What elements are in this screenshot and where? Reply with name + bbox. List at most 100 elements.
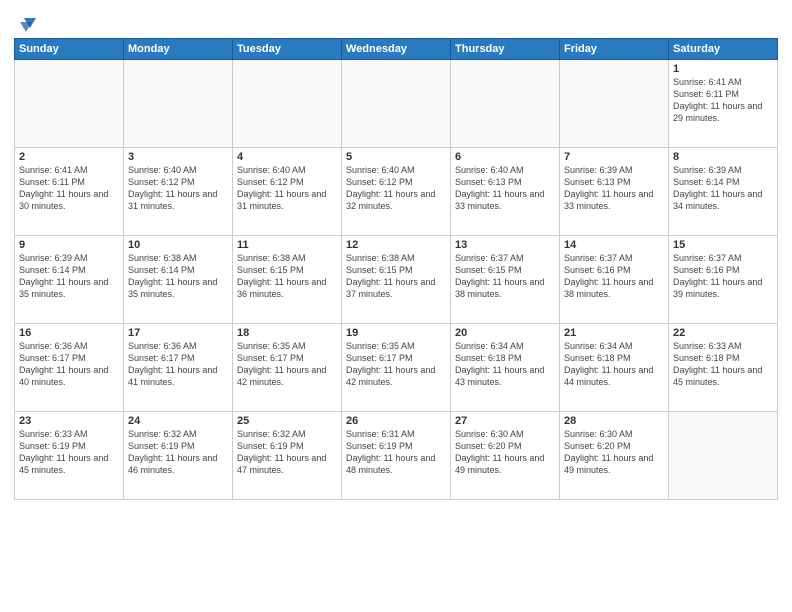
calendar-week-row: 9Sunrise: 6:39 AM Sunset: 6:14 PM Daylig… xyxy=(15,236,778,324)
calendar-day-cell: 27Sunrise: 6:30 AM Sunset: 6:20 PM Dayli… xyxy=(451,412,560,500)
calendar-day-cell xyxy=(233,60,342,148)
calendar-day-cell: 17Sunrise: 6:36 AM Sunset: 6:17 PM Dayli… xyxy=(124,324,233,412)
calendar-day-cell: 25Sunrise: 6:32 AM Sunset: 6:19 PM Dayli… xyxy=(233,412,342,500)
day-number: 23 xyxy=(19,415,119,427)
day-info: Sunrise: 6:30 AM Sunset: 6:20 PM Dayligh… xyxy=(564,428,664,477)
calendar-table: SundayMondayTuesdayWednesdayThursdayFrid… xyxy=(14,38,778,500)
calendar-week-row: 2Sunrise: 6:41 AM Sunset: 6:11 PM Daylig… xyxy=(15,148,778,236)
weekday-header: Friday xyxy=(560,39,669,60)
day-number: 18 xyxy=(237,327,337,339)
day-number: 9 xyxy=(19,239,119,251)
day-info: Sunrise: 6:39 AM Sunset: 6:14 PM Dayligh… xyxy=(19,252,119,301)
weekday-header: Saturday xyxy=(669,39,778,60)
day-number: 13 xyxy=(455,239,555,251)
calendar-day-cell: 6Sunrise: 6:40 AM Sunset: 6:13 PM Daylig… xyxy=(451,148,560,236)
day-info: Sunrise: 6:41 AM Sunset: 6:11 PM Dayligh… xyxy=(673,76,773,125)
day-number: 1 xyxy=(673,63,773,75)
day-number: 17 xyxy=(128,327,228,339)
day-number: 19 xyxy=(346,327,446,339)
day-info: Sunrise: 6:38 AM Sunset: 6:15 PM Dayligh… xyxy=(237,252,337,301)
day-info: Sunrise: 6:38 AM Sunset: 6:15 PM Dayligh… xyxy=(346,252,446,301)
day-info: Sunrise: 6:37 AM Sunset: 6:16 PM Dayligh… xyxy=(564,252,664,301)
calendar-day-cell: 11Sunrise: 6:38 AM Sunset: 6:15 PM Dayli… xyxy=(233,236,342,324)
calendar-day-cell: 18Sunrise: 6:35 AM Sunset: 6:17 PM Dayli… xyxy=(233,324,342,412)
calendar-day-cell: 12Sunrise: 6:38 AM Sunset: 6:15 PM Dayli… xyxy=(342,236,451,324)
day-number: 7 xyxy=(564,151,664,163)
day-number: 10 xyxy=(128,239,228,251)
day-info: Sunrise: 6:34 AM Sunset: 6:18 PM Dayligh… xyxy=(455,340,555,389)
calendar-day-cell xyxy=(451,60,560,148)
day-number: 26 xyxy=(346,415,446,427)
day-info: Sunrise: 6:33 AM Sunset: 6:19 PM Dayligh… xyxy=(19,428,119,477)
day-info: Sunrise: 6:36 AM Sunset: 6:17 PM Dayligh… xyxy=(19,340,119,389)
day-info: Sunrise: 6:39 AM Sunset: 6:14 PM Dayligh… xyxy=(673,164,773,213)
day-number: 14 xyxy=(564,239,664,251)
day-number: 11 xyxy=(237,239,337,251)
header xyxy=(14,10,778,34)
day-number: 16 xyxy=(19,327,119,339)
calendar-week-row: 1Sunrise: 6:41 AM Sunset: 6:11 PM Daylig… xyxy=(15,60,778,148)
day-number: 20 xyxy=(455,327,555,339)
calendar-day-cell: 19Sunrise: 6:35 AM Sunset: 6:17 PM Dayli… xyxy=(342,324,451,412)
calendar-day-cell xyxy=(15,60,124,148)
day-info: Sunrise: 6:39 AM Sunset: 6:13 PM Dayligh… xyxy=(564,164,664,213)
day-number: 27 xyxy=(455,415,555,427)
day-info: Sunrise: 6:40 AM Sunset: 6:13 PM Dayligh… xyxy=(455,164,555,213)
day-info: Sunrise: 6:32 AM Sunset: 6:19 PM Dayligh… xyxy=(128,428,228,477)
day-number: 22 xyxy=(673,327,773,339)
day-number: 5 xyxy=(346,151,446,163)
weekday-header: Thursday xyxy=(451,39,560,60)
day-info: Sunrise: 6:31 AM Sunset: 6:19 PM Dayligh… xyxy=(346,428,446,477)
day-number: 15 xyxy=(673,239,773,251)
day-info: Sunrise: 6:35 AM Sunset: 6:17 PM Dayligh… xyxy=(346,340,446,389)
calendar-day-cell: 20Sunrise: 6:34 AM Sunset: 6:18 PM Dayli… xyxy=(451,324,560,412)
logo-icon xyxy=(16,14,36,34)
day-info: Sunrise: 6:30 AM Sunset: 6:20 PM Dayligh… xyxy=(455,428,555,477)
weekday-header: Tuesday xyxy=(233,39,342,60)
day-info: Sunrise: 6:40 AM Sunset: 6:12 PM Dayligh… xyxy=(128,164,228,213)
calendar-day-cell: 24Sunrise: 6:32 AM Sunset: 6:19 PM Dayli… xyxy=(124,412,233,500)
day-number: 21 xyxy=(564,327,664,339)
day-number: 2 xyxy=(19,151,119,163)
calendar-day-cell: 23Sunrise: 6:33 AM Sunset: 6:19 PM Dayli… xyxy=(15,412,124,500)
calendar-day-cell xyxy=(560,60,669,148)
calendar-day-cell: 28Sunrise: 6:30 AM Sunset: 6:20 PM Dayli… xyxy=(560,412,669,500)
calendar-day-cell: 15Sunrise: 6:37 AM Sunset: 6:16 PM Dayli… xyxy=(669,236,778,324)
calendar-day-cell xyxy=(124,60,233,148)
day-number: 8 xyxy=(673,151,773,163)
calendar-day-cell: 16Sunrise: 6:36 AM Sunset: 6:17 PM Dayli… xyxy=(15,324,124,412)
day-info: Sunrise: 6:35 AM Sunset: 6:17 PM Dayligh… xyxy=(237,340,337,389)
calendar-day-cell xyxy=(669,412,778,500)
day-info: Sunrise: 6:36 AM Sunset: 6:17 PM Dayligh… xyxy=(128,340,228,389)
page: SundayMondayTuesdayWednesdayThursdayFrid… xyxy=(0,0,792,612)
calendar-week-row: 16Sunrise: 6:36 AM Sunset: 6:17 PM Dayli… xyxy=(15,324,778,412)
calendar-day-cell: 9Sunrise: 6:39 AM Sunset: 6:14 PM Daylig… xyxy=(15,236,124,324)
weekday-header: Monday xyxy=(124,39,233,60)
day-number: 24 xyxy=(128,415,228,427)
day-info: Sunrise: 6:33 AM Sunset: 6:18 PM Dayligh… xyxy=(673,340,773,389)
calendar-day-cell: 13Sunrise: 6:37 AM Sunset: 6:15 PM Dayli… xyxy=(451,236,560,324)
day-info: Sunrise: 6:40 AM Sunset: 6:12 PM Dayligh… xyxy=(346,164,446,213)
day-number: 12 xyxy=(346,239,446,251)
calendar-day-cell: 1Sunrise: 6:41 AM Sunset: 6:11 PM Daylig… xyxy=(669,60,778,148)
day-info: Sunrise: 6:37 AM Sunset: 6:15 PM Dayligh… xyxy=(455,252,555,301)
calendar-day-cell: 10Sunrise: 6:38 AM Sunset: 6:14 PM Dayli… xyxy=(124,236,233,324)
day-info: Sunrise: 6:32 AM Sunset: 6:19 PM Dayligh… xyxy=(237,428,337,477)
day-number: 3 xyxy=(128,151,228,163)
calendar-day-cell: 2Sunrise: 6:41 AM Sunset: 6:11 PM Daylig… xyxy=(15,148,124,236)
calendar-day-cell: 5Sunrise: 6:40 AM Sunset: 6:12 PM Daylig… xyxy=(342,148,451,236)
calendar-day-cell: 26Sunrise: 6:31 AM Sunset: 6:19 PM Dayli… xyxy=(342,412,451,500)
day-number: 6 xyxy=(455,151,555,163)
day-number: 4 xyxy=(237,151,337,163)
weekday-header: Wednesday xyxy=(342,39,451,60)
calendar-day-cell: 21Sunrise: 6:34 AM Sunset: 6:18 PM Dayli… xyxy=(560,324,669,412)
day-info: Sunrise: 6:38 AM Sunset: 6:14 PM Dayligh… xyxy=(128,252,228,301)
calendar-day-cell: 3Sunrise: 6:40 AM Sunset: 6:12 PM Daylig… xyxy=(124,148,233,236)
weekday-header: Sunday xyxy=(15,39,124,60)
calendar-day-cell xyxy=(342,60,451,148)
calendar-day-cell: 4Sunrise: 6:40 AM Sunset: 6:12 PM Daylig… xyxy=(233,148,342,236)
day-number: 28 xyxy=(564,415,664,427)
calendar-header-row: SundayMondayTuesdayWednesdayThursdayFrid… xyxy=(15,39,778,60)
calendar-day-cell: 14Sunrise: 6:37 AM Sunset: 6:16 PM Dayli… xyxy=(560,236,669,324)
calendar-day-cell: 7Sunrise: 6:39 AM Sunset: 6:13 PM Daylig… xyxy=(560,148,669,236)
